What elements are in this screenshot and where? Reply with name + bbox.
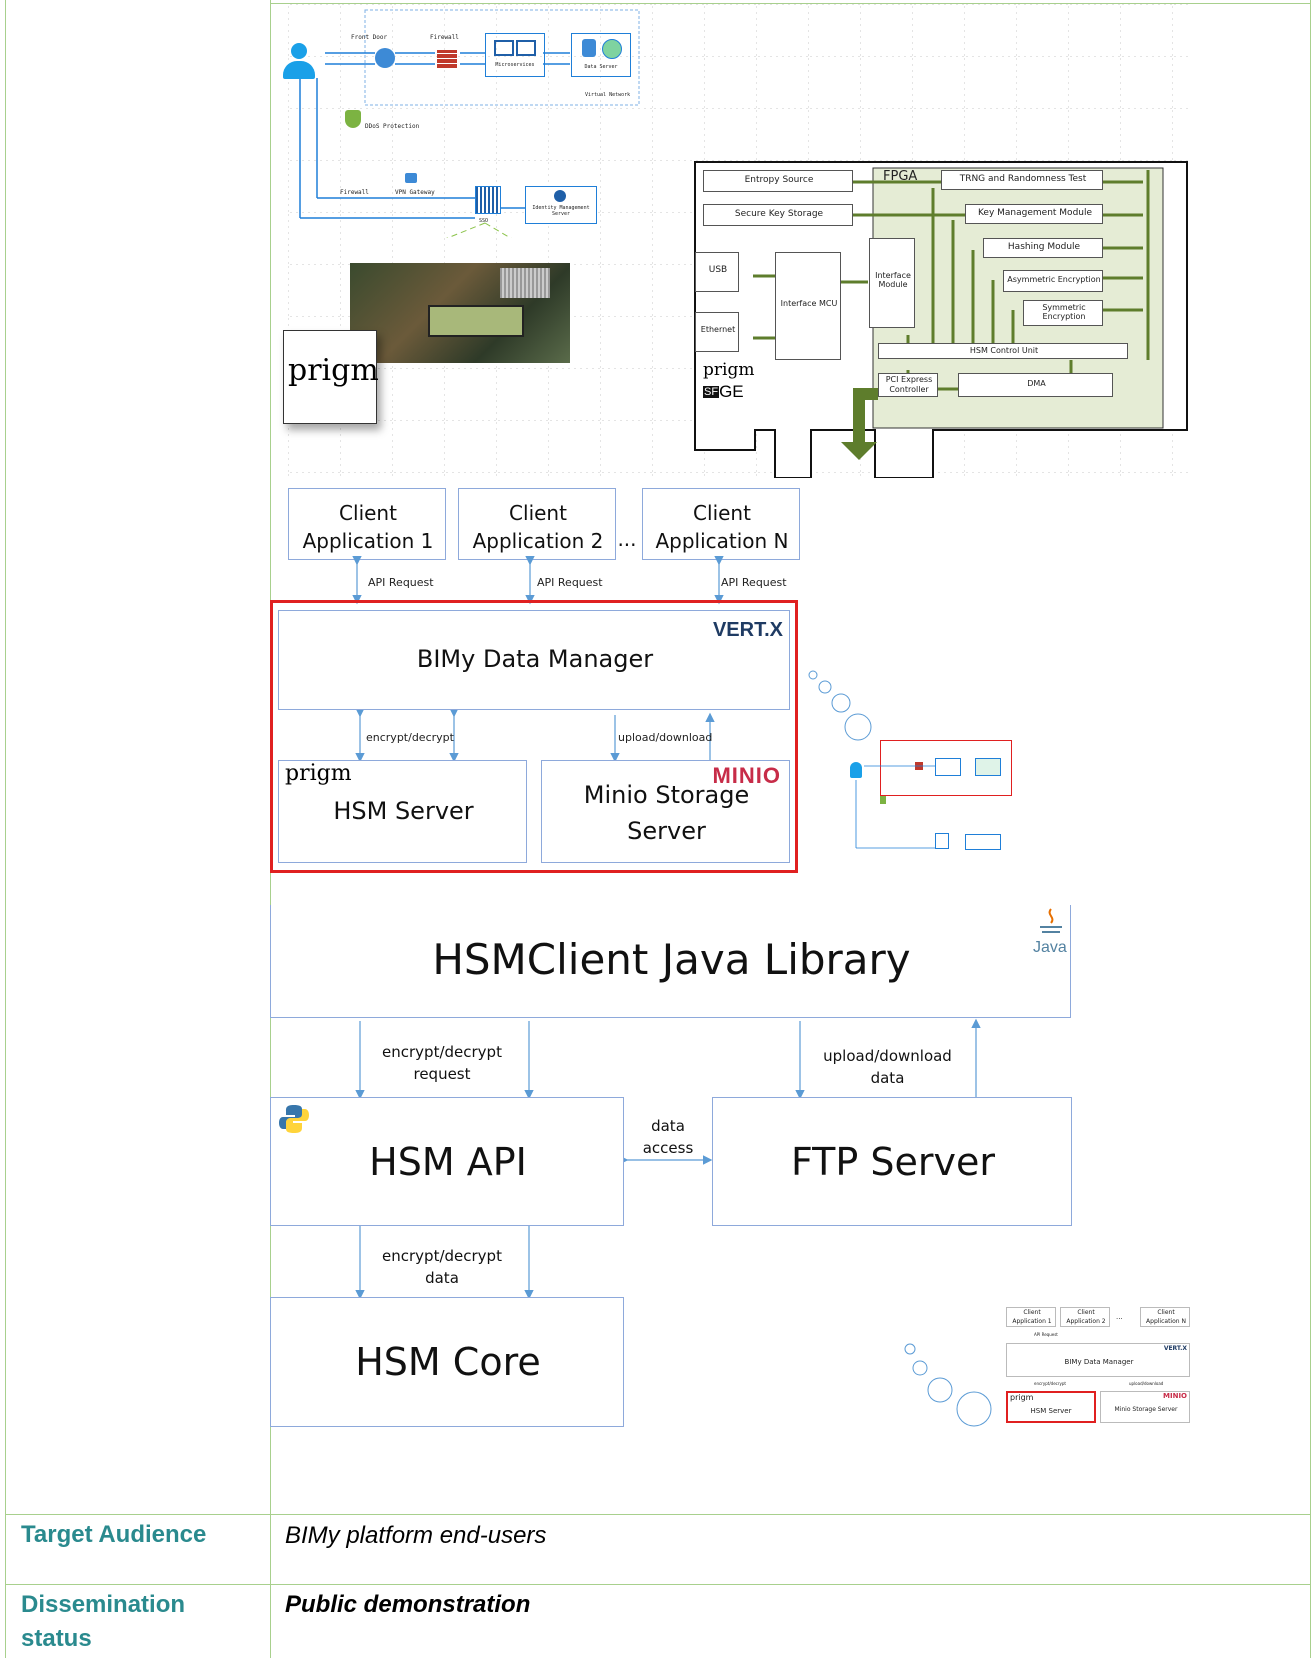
- python-icon: [278, 1103, 310, 1135]
- front-door-icon: [375, 48, 395, 68]
- encrypt-data-label: encrypt/decrypt data: [382, 1247, 502, 1287]
- mini-network-lines: [855, 765, 935, 849]
- table-border: [5, 1584, 1311, 1585]
- target-audience-label: Target Audience: [21, 1521, 207, 1548]
- interface-mcu-box: Interface MCU: [775, 252, 841, 360]
- sso-icon: [475, 186, 501, 214]
- fpga-label: FPGA: [883, 169, 918, 184]
- lcd-display: [428, 305, 524, 337]
- mini-dots: ...: [1116, 1313, 1123, 1321]
- mini-enc-label: encrypt/decrypt: [1034, 1381, 1066, 1386]
- ddos-shield-icon: [345, 110, 361, 128]
- minio-server-box: MINIO Minio Storage Server: [541, 760, 790, 863]
- globe-icon: [602, 39, 622, 59]
- mini-minio-server: MINIO Minio Storage Server: [1100, 1391, 1190, 1423]
- sf-mark: SF: [703, 386, 720, 398]
- hsm-server-box: prigm HSM Server: [278, 760, 527, 863]
- firewall-icon: [437, 50, 457, 68]
- hsm-core-box: HSM Core: [270, 1297, 624, 1427]
- upload-label: upload/download: [618, 731, 713, 744]
- prigm-logo: prigm: [285, 761, 352, 786]
- ftp-server-box: FTP Server: [712, 1097, 1072, 1226]
- mini-hsm-server: prigm HSM Server: [1006, 1391, 1096, 1423]
- api-request-2: API Request: [537, 576, 603, 589]
- mini-network-thumbnail: [840, 740, 1012, 860]
- secure-key-storage-box: Secure Key Storage: [703, 204, 853, 226]
- key-management-box: Key Management Module: [965, 204, 1103, 224]
- monitor-icon: [494, 40, 514, 56]
- mini-data-manager: VERT.X BIMy Data Manager: [1006, 1343, 1190, 1377]
- ddos-label: DDoS Protection: [365, 123, 420, 130]
- api-request-3: API Request: [721, 576, 787, 589]
- mini-api-label: API Request: [1034, 1332, 1058, 1337]
- ethernet-box: Ethernet: [695, 312, 739, 352]
- firewall-mid-label: Firewall: [340, 189, 369, 196]
- mini-bimy-thumbnail: Client Application 1 Client Application …: [1004, 1305, 1194, 1430]
- trng-box: TRNG and Randomness Test: [941, 170, 1103, 190]
- mini-client-n: Client Application N: [1140, 1307, 1190, 1327]
- vpn-label: VPN Gateway: [395, 189, 435, 196]
- prigm-board-logo: prigm: [703, 360, 755, 380]
- microservices-box: Microservices: [485, 33, 545, 77]
- prigm-logo: prigm: [288, 353, 379, 388]
- asymmetric-box: Asymmetric Encryption: [1003, 270, 1103, 292]
- hsmclient-diagram: HSMClient Java Library Java encrypt/decr…: [270, 905, 1310, 1430]
- lock-icon: [405, 173, 417, 183]
- hsm-control-unit-box: HSM Control Unit: [878, 343, 1128, 359]
- upload-data-label: upload/download data: [823, 1047, 952, 1087]
- table-border: [1310, 0, 1311, 1658]
- encrypt-request-label: encrypt/decrypt request: [382, 1043, 502, 1083]
- usb-box: USB: [695, 252, 739, 292]
- monitor-icon: [516, 40, 536, 56]
- table-border: [5, 0, 6, 1658]
- interface-module-box: Interface Module: [869, 238, 915, 328]
- network-diagram: Front Door Firewall Microservices Data S…: [283, 8, 665, 458]
- mini-client-2: Client Application 2: [1060, 1307, 1110, 1327]
- hsm-device-photo: [350, 263, 570, 363]
- bimy-data-manager-box: VERT.X BIMy Data Manager: [278, 610, 790, 710]
- mini-client-1: Client Application 1: [1006, 1307, 1056, 1327]
- dma-box: DMA: [958, 373, 1113, 397]
- front-door-label: Front Door: [351, 34, 388, 41]
- encrypt-label: encrypt/decrypt: [366, 731, 454, 744]
- hsm-board-diagram: FPGA Entropy Source Secure Key Storage T…: [693, 160, 1193, 478]
- data-server-box: Data Server: [571, 33, 631, 77]
- data-access-label: data access: [642, 1117, 694, 1157]
- firewall-top-label: Firewall: [430, 34, 459, 41]
- hsm-api-box: HSM API: [270, 1097, 624, 1226]
- api-request-1: API Request: [368, 576, 434, 589]
- hashing-module-box: Hashing Module: [983, 238, 1103, 258]
- mini-up-label: upload/download: [1129, 1381, 1164, 1386]
- dissemination-label: Dissemination status: [21, 1591, 186, 1652]
- idm-box: Identity Management Server: [525, 186, 597, 224]
- pcie-box: PCI Express Controller: [878, 373, 938, 397]
- target-audience-value: BIMy platform end-users: [285, 1522, 547, 1549]
- virtual-network-label: Virtual Network: [585, 92, 631, 98]
- prigm-logo-card: prigm: [283, 330, 379, 424]
- entropy-source-box: Entropy Source: [703, 170, 853, 192]
- table-border: [5, 1514, 1311, 1515]
- symmetric-box: Symmetric Encryption: [1023, 300, 1103, 326]
- heatsink: [500, 268, 550, 298]
- bimy-diagram: Client Application 1 Client Application …: [270, 485, 1230, 885]
- idm-user-icon: [554, 190, 566, 202]
- sso-label: SSO: [479, 218, 489, 224]
- dissemination-value: Public demonstration: [285, 1591, 531, 1618]
- database-icon: [582, 39, 596, 57]
- user-icon: [283, 43, 315, 83]
- vertx-logo: VERT.X: [712, 619, 783, 641]
- sfge-board-logo: SFGE: [703, 382, 744, 401]
